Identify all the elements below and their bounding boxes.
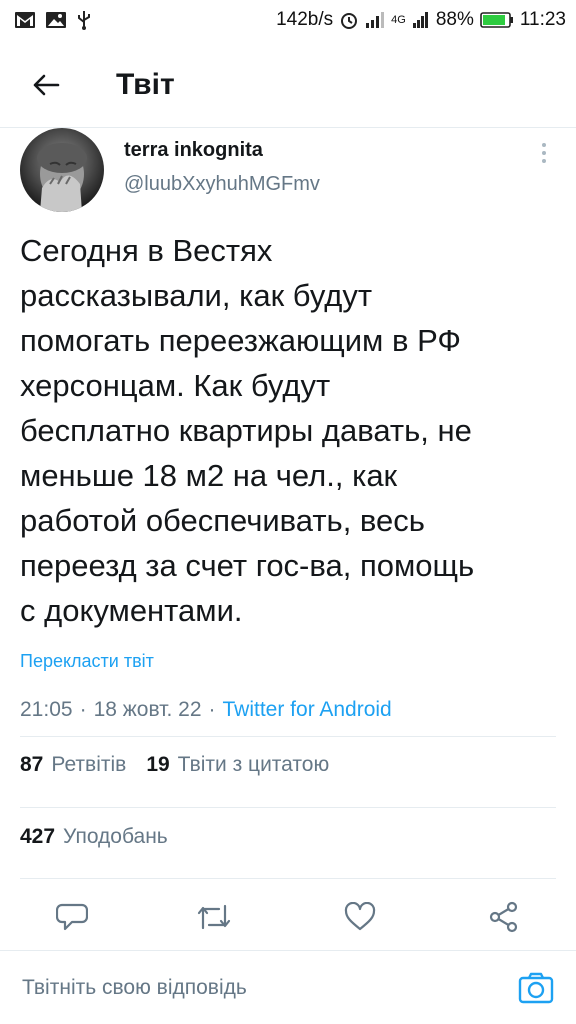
separator: · [208, 698, 216, 721]
divider [20, 878, 556, 879]
quotes-label: Твіти з цитатою [177, 753, 330, 776]
tweet-text: Сегодня в Вестях рассказывали, как будут… [20, 233, 475, 628]
tweet-metadata: 21:05 · 18 жовт. 22 · Twitter for Androi… [20, 698, 556, 722]
gmail-icon [14, 11, 36, 29]
clock: 11:23 [519, 9, 566, 30]
more-vertical-icon [542, 143, 546, 147]
more-options-button[interactable] [532, 138, 556, 168]
share-icon [489, 901, 518, 933]
camera-icon [518, 972, 554, 1003]
likes-label: Уподобань [63, 825, 168, 848]
comment-icon [56, 903, 88, 931]
alarm-icon [339, 10, 359, 30]
avatar[interactable] [20, 128, 104, 212]
arrow-left-icon [33, 74, 60, 96]
heart-icon [344, 902, 376, 931]
reply-button[interactable] [52, 897, 92, 937]
retweets-count: 87 [20, 753, 44, 776]
separator: · [79, 698, 87, 721]
divider [20, 807, 556, 808]
like-button[interactable] [340, 897, 380, 937]
share-button[interactable] [484, 897, 524, 937]
net-speed: 142b/s [276, 9, 334, 30]
signal-4g-icon [412, 11, 430, 29]
signal-icon [365, 11, 385, 29]
reply-bar: Твітніть свою відповідь [0, 950, 576, 1024]
battery-icon [480, 11, 514, 29]
retweet-stats: 87 Ретвітів 19 Твіти з цитатою [20, 753, 329, 777]
status-bar: 142b/s 4G 88% 11:23 [0, 0, 576, 40]
translate-tweet-link[interactable]: Перекласти твіт [20, 651, 154, 672]
app-bar: Твіт [0, 50, 576, 120]
reply-input[interactable]: Твітніть свою відповідь [22, 976, 514, 1000]
tweet-date: 18 жовт. 22 [93, 698, 202, 721]
network-type: 4G [391, 14, 406, 26]
battery-fill [482, 15, 505, 25]
quotes-count: 19 [146, 753, 170, 776]
retweets-stat[interactable]: 87 Ретвітів [20, 753, 126, 777]
gallery-icon [45, 11, 67, 29]
divider [20, 736, 556, 737]
author-handle[interactable]: @luubXxyhuhMGFmv [124, 172, 320, 196]
page-title: Твіт [116, 68, 175, 101]
retweet-button[interactable] [194, 897, 234, 937]
tweet-actions [0, 887, 576, 947]
tweet-time: 21:05 [20, 698, 73, 721]
author-name[interactable]: terra inkognita [124, 138, 320, 162]
tweet-detail: terra inkognita @luubXxyhuhMGFmv Сегодня… [20, 128, 556, 722]
back-button[interactable] [16, 55, 76, 115]
battery-percent: 88% [435, 9, 474, 30]
likes-count: 427 [20, 825, 56, 848]
tweet-client-link[interactable]: Twitter for Android [223, 698, 392, 722]
usb-icon [76, 10, 92, 30]
retweets-label: Ретвітів [51, 753, 127, 776]
likes-stat[interactable]: 427 Уподобань [20, 825, 168, 849]
retweet-icon [197, 904, 231, 930]
tweet-author: terra inkognita @luubXxyhuhMGFmv [20, 128, 556, 214]
camera-button[interactable] [514, 966, 558, 1010]
quote-tweets-stat[interactable]: 19 Твіти з цитатою [146, 753, 329, 777]
